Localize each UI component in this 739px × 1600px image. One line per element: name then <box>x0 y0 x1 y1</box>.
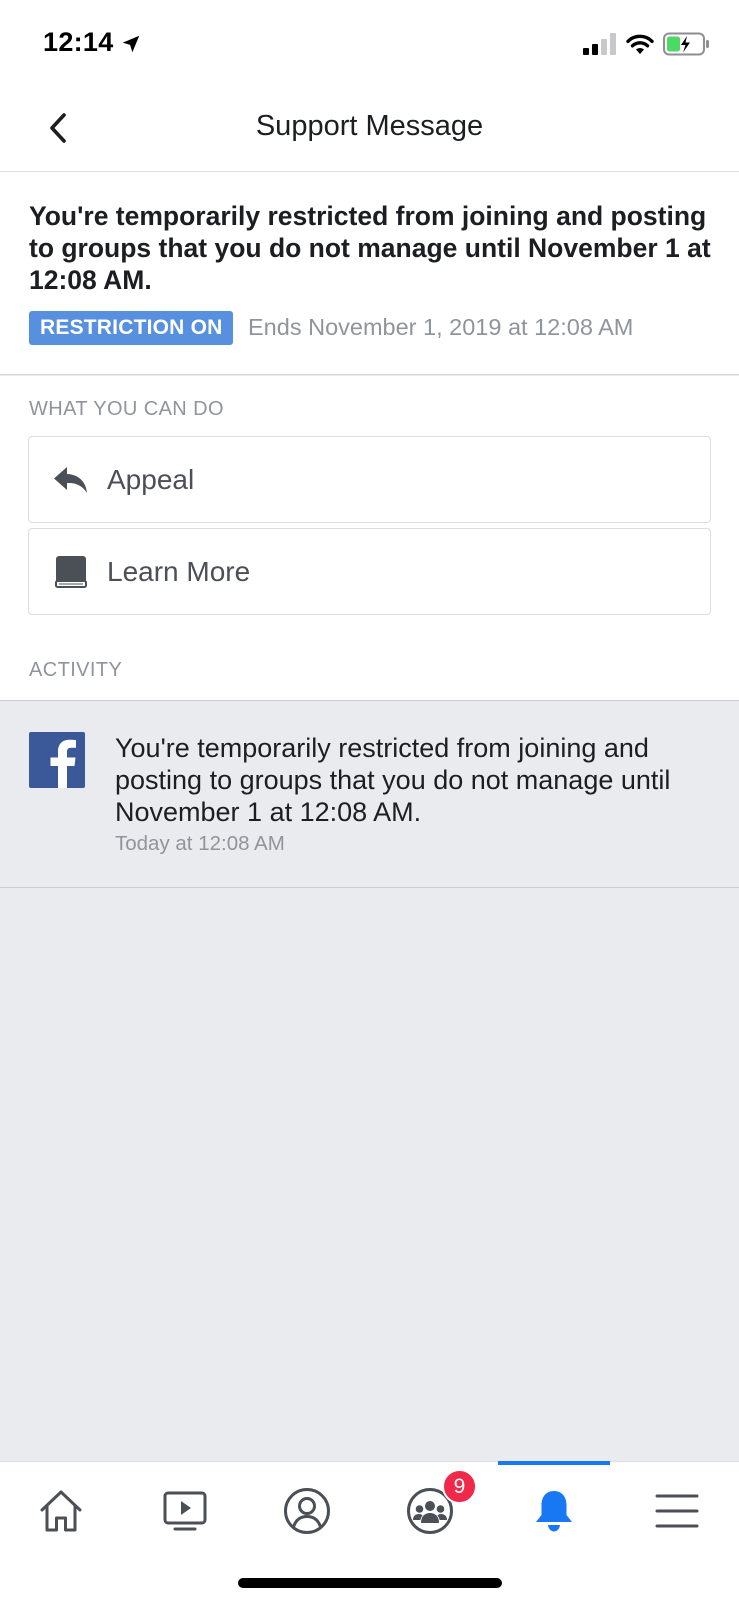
location-arrow-icon <box>122 35 140 53</box>
activity-section-label: ACTIVITY <box>29 659 123 681</box>
appeal-label: Appeal <box>107 463 195 495</box>
book-icon <box>53 554 89 590</box>
nav-bar: Support Message <box>0 88 739 172</box>
profile-icon <box>284 1488 330 1534</box>
groups-notification-badge: 9 <box>442 1469 477 1504</box>
restriction-title: You're temporarily restricted from joini… <box>29 201 711 295</box>
page-title: Support Message <box>255 110 484 142</box>
actions-section: WHAT YOU CAN DO Appeal Learn More ACTIVI… <box>0 376 739 701</box>
status-time: 12:14 <box>43 27 114 57</box>
wifi-icon <box>626 34 654 54</box>
actions-section-label: WHAT YOU CAN DO <box>29 398 224 420</box>
learn-more-label: Learn More <box>107 555 251 587</box>
tab-watch[interactable] <box>140 1476 230 1546</box>
tab-home[interactable] <box>16 1476 106 1546</box>
tab-profile[interactable] <box>262 1476 352 1546</box>
video-icon <box>163 1491 207 1531</box>
status-bar: 12:14 <box>0 0 739 88</box>
learn-more-button[interactable]: Learn More <box>28 528 711 615</box>
activity-message: You're temporarily restricted from joini… <box>115 733 671 827</box>
reply-icon <box>53 462 89 498</box>
system-icons <box>583 30 711 58</box>
appeal-button[interactable]: Appeal <box>28 436 711 523</box>
home-icon <box>40 1490 82 1532</box>
bell-icon <box>536 1491 572 1532</box>
home-indicator[interactable] <box>238 1578 502 1588</box>
restriction-end-date: Ends November 1, 2019 at 12:08 AM <box>248 314 634 340</box>
active-tab-indicator <box>498 1461 610 1465</box>
restriction-card: You're temporarily restricted from joini… <box>0 172 739 375</box>
facebook-logo-icon <box>29 732 85 788</box>
tab-notifications[interactable] <box>509 1476 599 1546</box>
restriction-status-badge: RESTRICTION ON <box>29 311 234 345</box>
activity-item[interactable]: You're temporarily restricted from joini… <box>0 702 739 888</box>
activity-timestamp: Today at 12:08 AM <box>115 832 285 855</box>
battery-icon <box>663 32 709 56</box>
signal-icon <box>583 33 616 55</box>
menu-icon <box>655 1494 699 1528</box>
tab-menu[interactable] <box>632 1476 722 1546</box>
